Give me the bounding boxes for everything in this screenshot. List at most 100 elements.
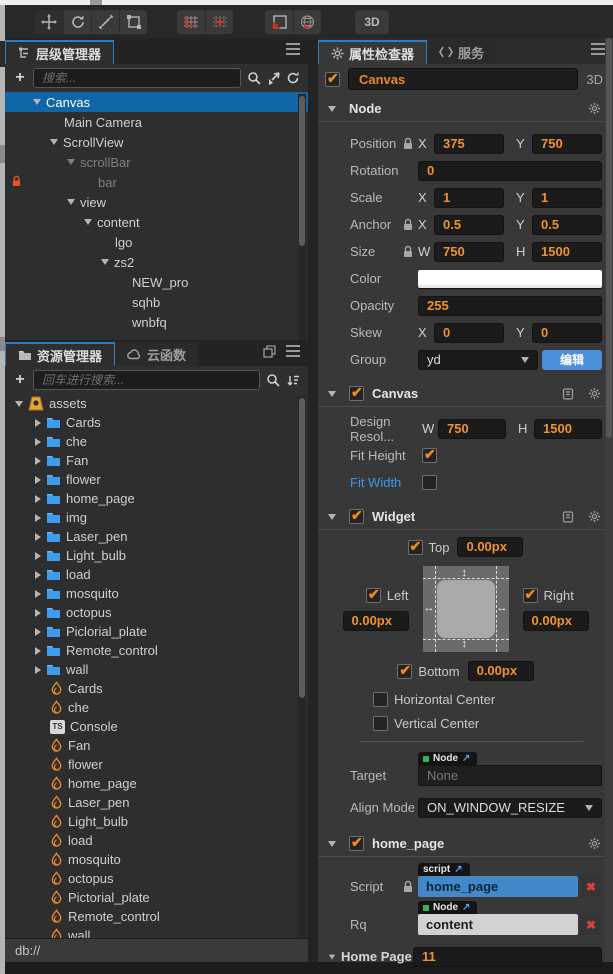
tree-arrow-icon[interactable]: [35, 551, 41, 560]
widget-left-checkbox[interactable]: [365, 586, 381, 603]
hierarchy-node[interactable]: NEW_pro: [5, 272, 308, 292]
tree-arrow-icon[interactable]: [101, 259, 109, 265]
gear-icon[interactable]: [588, 102, 601, 115]
rq-node-field[interactable]: content: [418, 914, 578, 935]
asset-file-item[interactable]: home_page: [5, 774, 308, 793]
script-ref-field[interactable]: home_page: [418, 876, 578, 897]
tree-arrow-icon[interactable]: [35, 646, 41, 655]
tree-arrow-icon[interactable]: [35, 627, 41, 636]
scale-tool-button[interactable]: [91, 9, 119, 34]
lock-icon[interactable]: [402, 137, 414, 150]
hierarchy-node[interactable]: lgo: [5, 232, 308, 252]
fit-height-checkbox[interactable]: [422, 446, 437, 463]
hierarchy-node[interactable]: scrollBar: [5, 152, 308, 172]
external-link-icon[interactable]: ↗: [462, 902, 470, 913]
tree-arrow-icon[interactable]: [35, 437, 41, 446]
asset-file-item[interactable]: che: [5, 698, 308, 717]
anchor-position-button[interactable]: [205, 9, 233, 34]
help-doc-icon[interactable]: [562, 387, 574, 400]
color-swatch[interactable]: [418, 269, 602, 288]
asset-file-item[interactable]: mosquito: [5, 850, 308, 869]
refresh-icon[interactable]: [286, 71, 300, 85]
tab-cloud-functions[interactable]: 云函数: [115, 342, 199, 366]
tree-arrow-icon[interactable]: [35, 494, 41, 503]
inspector-scrollbar[interactable]: [605, 38, 613, 962]
section-header-canvas[interactable]: Canvas: [318, 381, 613, 407]
asset-folder-item[interactable]: load: [5, 565, 308, 584]
align-mode-dropdown[interactable]: ON_WINDOW_RESIZE: [418, 797, 602, 818]
external-link-icon[interactable]: ↗: [462, 753, 470, 764]
anchor-x-input[interactable]: 0.5: [434, 214, 504, 235]
inspector-menu-icon[interactable]: [591, 43, 605, 55]
asset-file-item[interactable]: wall: [5, 926, 308, 938]
search-icon[interactable]: [266, 373, 280, 387]
rect-view-button[interactable]: [265, 10, 293, 34]
hierarchy-node[interactable]: Main Camera: [5, 112, 308, 132]
collapse-arrow-icon[interactable]: [328, 390, 336, 397]
widget-top-input[interactable]: 0.00px: [457, 537, 524, 557]
asset-file-item[interactable]: Cards: [5, 679, 308, 698]
skew-y-input[interactable]: 0: [532, 322, 602, 343]
asset-folder-item[interactable]: Cards: [5, 413, 308, 432]
asset-folder-item[interactable]: che: [5, 432, 308, 451]
asset-folder-item[interactable]: Remote_control: [5, 641, 308, 660]
section-header-node[interactable]: Node: [318, 96, 613, 122]
hierarchy-node[interactable]: content: [5, 212, 308, 232]
pivot-position-button[interactable]: [177, 10, 205, 34]
hierarchy-node[interactable]: Canvas: [5, 92, 308, 112]
tree-arrow-icon[interactable]: [35, 456, 41, 465]
gear-icon[interactable]: [588, 510, 601, 523]
hierarchy-node[interactable]: zs2: [5, 252, 308, 272]
tree-arrow-icon[interactable]: [15, 400, 23, 407]
tab-services[interactable]: 服务: [427, 40, 497, 64]
lock-icon[interactable]: [402, 880, 414, 893]
assets-menu-icon[interactable]: [286, 345, 300, 357]
asset-file-item[interactable]: Fan: [5, 736, 308, 755]
globe-view-button[interactable]: [293, 9, 321, 34]
widget-bottom-input[interactable]: 0.00px: [467, 661, 534, 681]
collapse-arrow-icon[interactable]: [328, 105, 336, 112]
lock-icon[interactable]: [402, 218, 414, 231]
asset-folder-item[interactable]: Fan: [5, 451, 308, 470]
position-x-input[interactable]: 375: [434, 133, 504, 154]
tree-arrow-icon[interactable]: [67, 159, 75, 165]
gear-icon[interactable]: [588, 837, 601, 850]
tree-arrow-icon[interactable]: [50, 139, 58, 145]
add-asset-button[interactable]: +: [13, 371, 27, 389]
tree-arrow-icon[interactable]: [35, 608, 41, 617]
asset-folder-item[interactable]: Light_bulb: [5, 546, 308, 565]
tree-arrow-icon[interactable]: [35, 589, 41, 598]
scale-x-input[interactable]: 1: [434, 187, 504, 208]
assets-search-input[interactable]: [33, 370, 260, 390]
canvas-enabled-checkbox[interactable]: [349, 384, 364, 401]
remove-script-button[interactable]: ✖: [580, 876, 602, 897]
widget-bottom-checkbox[interactable]: [397, 662, 413, 679]
hierarchy-menu-icon[interactable]: [286, 43, 300, 55]
edit-group-button[interactable]: 编辑: [541, 349, 602, 370]
tree-arrow-icon[interactable]: [35, 475, 41, 484]
assets-root-item[interactable]: assets: [5, 394, 308, 413]
hierarchy-scrollbar[interactable]: [298, 94, 306, 340]
asset-folder-item[interactable]: img: [5, 508, 308, 527]
scale-y-input[interactable]: 1: [532, 187, 602, 208]
asset-file-item[interactable]: Remote_control: [5, 907, 308, 926]
group-dropdown[interactable]: yd: [418, 349, 538, 370]
collapse-arrow-icon[interactable]: [328, 840, 336, 847]
lock-icon[interactable]: [402, 245, 414, 258]
help-doc-icon[interactable]: [562, 510, 574, 523]
position-y-input[interactable]: 750: [532, 133, 602, 154]
remove-rq-button[interactable]: ✖: [580, 914, 602, 935]
asset-file-item[interactable]: Pictorial_plate: [5, 888, 308, 907]
tree-arrow-icon[interactable]: [84, 219, 92, 225]
tab-assets-manager[interactable]: 资源管理器: [5, 342, 116, 366]
asset-file-item[interactable]: octopus: [5, 869, 308, 888]
asset-folder-item[interactable]: mosquito: [5, 584, 308, 603]
tree-arrow-icon[interactable]: [35, 513, 41, 522]
rect-tool-button[interactable]: [119, 9, 147, 34]
rotate-tool-button[interactable]: [63, 9, 91, 34]
asset-folder-item[interactable]: home_page: [5, 489, 308, 508]
home-page-input[interactable]: 11: [413, 946, 602, 967]
home-page-enabled-checkbox[interactable]: [349, 834, 364, 851]
tab-hierarchy-manager[interactable]: 层级管理器: [5, 40, 115, 64]
widget-left-input[interactable]: 0.00px: [342, 610, 409, 631]
